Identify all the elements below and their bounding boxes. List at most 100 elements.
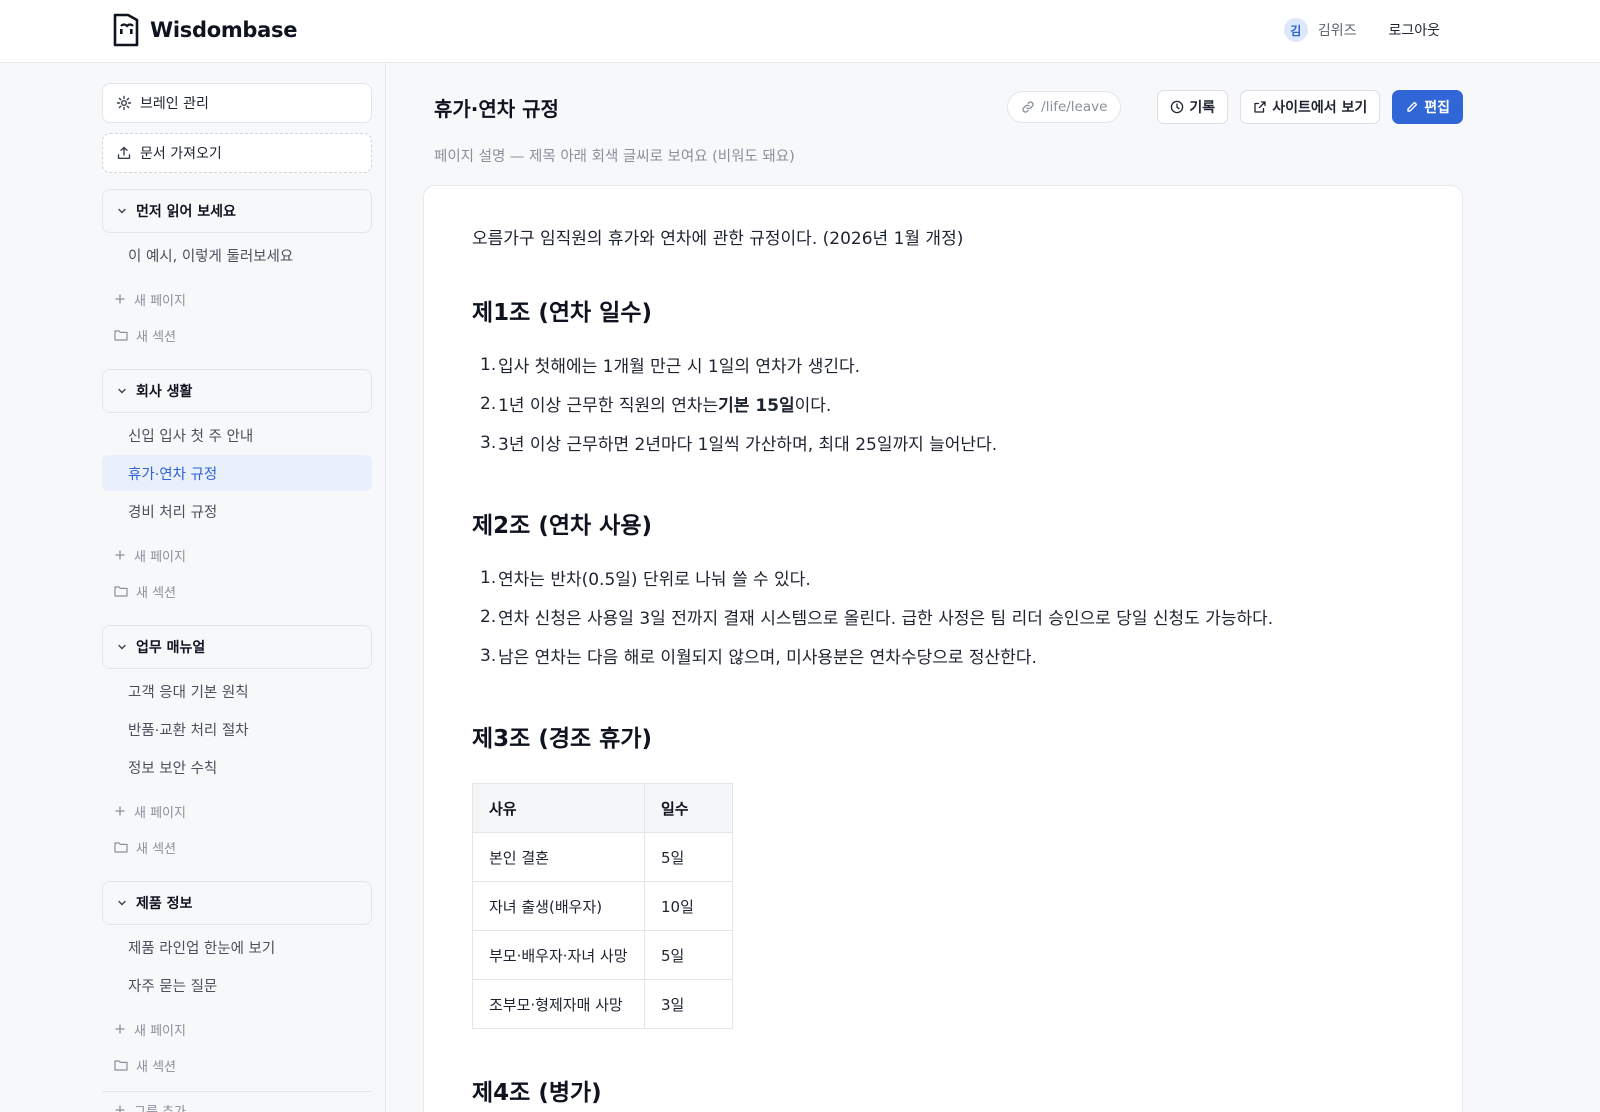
plus-icon	[114, 1104, 126, 1112]
edit-button[interactable]: 편집	[1392, 90, 1463, 124]
avatar[interactable]: 김	[1283, 18, 1308, 42]
user-name: 김위즈	[1317, 23, 1357, 39]
table-cell: 자녀 출생(배우자)	[472, 881, 645, 931]
group-title: 제품 정보	[136, 896, 193, 912]
section-heading: 제2조 (연차 사용)	[472, 513, 653, 539]
add-section-button[interactable]: 새 섹션	[102, 317, 372, 353]
logout-link[interactable]: 로그아웃	[1388, 20, 1440, 40]
add-page-button[interactable]: 새 페이지	[102, 537, 372, 573]
group-actions: 새 페이지 새 섹션	[102, 537, 372, 609]
folder-icon	[114, 1059, 128, 1071]
ordered-list: 1. 입사 첫해에는 1개월 만근 시 1일의 연차가 생긴다. 2. 1년 이상 …	[472, 345, 1432, 462]
table-cell: 조부모·형제자매 사망	[472, 979, 645, 1029]
sidebar-page-item[interactable]: 정보 보안 수칙	[102, 749, 372, 785]
group-actions: 새 페이지 새 섹션	[102, 1011, 372, 1083]
add-section-button[interactable]: 새 섹션	[102, 829, 372, 865]
brain-manage-button[interactable]: 브레인 관리	[102, 83, 372, 123]
add-section-label: 새 섹션	[136, 329, 177, 345]
chevron-down-icon	[116, 385, 128, 397]
add-section-label: 새 섹션	[136, 841, 177, 857]
table-row: 부모·배우자·자녀 사망 5일	[472, 930, 733, 980]
table-header-cell: 일수	[644, 783, 733, 833]
list-item: 1. 연차는 반차(0.5일) 단위로 나눠 쓸 수 있다.	[472, 558, 1432, 597]
sidebar-page-item[interactable]: 이 예시, 이렇게 둘러보세요	[102, 237, 372, 273]
page-list: 고객 응대 기본 원칙 반품·교환 처리 절차 정보 보안 수칙	[102, 673, 372, 785]
app-name: Wisdombase	[150, 18, 298, 42]
add-page-button[interactable]: 새 페이지	[102, 281, 372, 317]
table-cell: 5일	[644, 832, 733, 882]
view-site-button[interactable]: 사이트에서 보기	[1240, 90, 1381, 124]
sidebar-page-item[interactable]: 고객 응대 기본 원칙	[102, 673, 372, 709]
add-page-button[interactable]: 새 페이지	[102, 1011, 372, 1047]
add-section-button[interactable]: 새 섹션	[102, 573, 372, 609]
list-item: 3. 3년 이상 근무하면 2년마다 1일씩 가산하며, 최대 25일까지 늘어난…	[472, 423, 1432, 462]
add-section-label: 새 섹션	[136, 585, 177, 601]
sidebar-page-item-active[interactable]: 휴가·연차 규정	[102, 455, 372, 491]
table-cell: 3일	[644, 979, 733, 1029]
sidebar-page-item[interactable]: 반품·교환 처리 절차	[102, 711, 372, 747]
import-docs-label: 문서 가져오기	[140, 146, 222, 162]
folder-icon	[114, 329, 128, 341]
edit-label: 편집	[1424, 100, 1450, 116]
add-section-button[interactable]: 새 섹션	[102, 1047, 372, 1083]
chevron-down-icon	[116, 897, 128, 909]
list-item-text: 연차는 반차(0.5일) 단위로 나눠 쓸 수 있다.	[498, 570, 811, 590]
group-title: 회사 생활	[136, 384, 193, 400]
add-group-label: 그룹 추가	[134, 1104, 186, 1112]
list-item-text: 3년 이상 근무하면 2년마다 1일씩 가산하며, 최대 25일까지 늘어난다.	[498, 435, 998, 455]
group-title: 먼저 읽어 보세요	[136, 204, 236, 220]
table-header-row: 사유 일수	[472, 783, 733, 833]
plus-icon	[114, 549, 126, 561]
article-intro: 오름가구 임직원의 휴가와 연차에 관한 규정이다. (2026년 1월 개정)	[472, 229, 964, 249]
table-row: 자녀 출생(배우자) 10일	[472, 881, 733, 931]
import-docs-button[interactable]: 문서 가져오기	[102, 133, 372, 173]
add-group-button[interactable]: 그룹 추가	[102, 1092, 372, 1112]
section-heading: 제3조 (경조 휴가)	[472, 726, 653, 752]
plus-icon	[114, 293, 126, 305]
group-actions: 새 페이지 새 섹션	[102, 281, 372, 353]
add-page-label: 새 페이지	[134, 1023, 186, 1039]
chevron-down-icon	[116, 641, 128, 653]
section-heading: 제4조 (병가)	[472, 1080, 602, 1106]
slug-pill[interactable]: /life/leave	[1007, 91, 1122, 123]
list-item: 1. 입사 첫해에는 1개월 만근 시 1일의 연차가 생긴다.	[472, 345, 1432, 384]
content-card: 오름가구 임직원의 휴가와 연차에 관한 규정이다. (2026년 1월 개정)…	[423, 185, 1463, 1112]
sidebar-page-item[interactable]: 자주 묻는 질문	[102, 967, 372, 1003]
list-item: 2. 연차 신청은 사용일 3일 전까지 결재 시스템으로 올린다. 급한 사정은…	[472, 597, 1432, 636]
sidebar-page-item[interactable]: 신입 입사 첫 주 안내	[102, 417, 372, 453]
folder-icon	[114, 585, 128, 597]
add-page-label: 새 페이지	[134, 293, 186, 309]
page-list: 이 예시, 이렇게 둘러보세요	[102, 237, 372, 273]
article: 오름가구 임직원의 휴가와 연차에 관한 규정이다. (2026년 1월 개정)…	[472, 224, 1432, 1107]
page-description[interactable]: 페이지 설명 — 제목 아래 회색 글씨로 보여요 (비워도 돼요)	[434, 145, 795, 166]
history-label: 기록	[1189, 100, 1216, 116]
section-heading: 제1조 (연차 일수)	[472, 300, 653, 326]
sidebar-page-item[interactable]: 경비 처리 규정	[102, 493, 372, 529]
group-header[interactable]: 제품 정보	[102, 881, 372, 925]
chevron-down-icon	[116, 205, 128, 217]
history-button[interactable]: 기록	[1157, 90, 1229, 124]
sidebar-page-item[interactable]: 제품 라인업 한눈에 보기	[102, 929, 372, 965]
list-item: 2. 1년 이상 근무한 직원의 연차는 기본 15일 이다.	[472, 384, 1432, 423]
brand[interactable]: Wisdombase	[112, 12, 297, 48]
add-page-button[interactable]: 새 페이지	[102, 793, 372, 829]
gear-icon	[116, 95, 132, 111]
group-header[interactable]: 먼저 읽어 보세요	[102, 189, 372, 233]
clock-icon	[1170, 100, 1184, 114]
group-actions: 새 페이지 새 섹션	[102, 793, 372, 865]
leave-table: 사유 일수 본인 결혼 5일 자녀 출생(배우자) 10일 부모·배우자·자녀 …	[472, 783, 733, 1029]
ordered-list: 1. 연차는 반차(0.5일) 단위로 나눠 쓸 수 있다. 2. 연차 신청은 사…	[472, 558, 1432, 675]
list-item-text: 남은 연차는 다음 해로 이월되지 않으며, 미사용분은 연차수당으로 정산한다…	[498, 648, 1037, 668]
page-actions: /life/leave 기록 사이트에서 보기 편집	[1007, 90, 1463, 124]
group-title: 업무 매뉴얼	[136, 640, 206, 656]
table-row: 조부모·형제자매 사망 3일	[472, 979, 733, 1029]
list-item-text: 연차 신청은 사용일 3일 전까지 결재 시스템으로 올린다. 급한 사정은 팀…	[498, 609, 1274, 629]
group-header[interactable]: 업무 매뉴얼	[102, 625, 372, 669]
upload-icon	[116, 145, 132, 161]
top-bar: Wisdombase 김 김위즈 로그아웃	[0, 0, 1600, 63]
add-page-label: 새 페이지	[134, 805, 186, 821]
add-page-label: 새 페이지	[134, 549, 186, 565]
group-header[interactable]: 회사 생활	[102, 369, 372, 413]
table-cell: 부모·배우자·자녀 사망	[472, 930, 645, 980]
bold-text: 기본 15일	[718, 396, 795, 416]
